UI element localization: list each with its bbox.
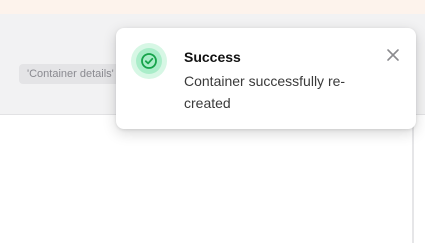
- check-circle-svg: [141, 53, 157, 69]
- app-page: 'Container details' Success Container su…: [0, 0, 425, 243]
- main-content: [0, 115, 412, 243]
- check-circle-icon: [131, 43, 167, 79]
- toast-title: Success: [184, 49, 241, 65]
- success-toast: Success Container successfully re-create…: [116, 28, 416, 129]
- scrollbar-track[interactable]: [412, 115, 414, 243]
- toast-message: Container successfully re-created: [184, 73, 346, 111]
- top-banner: [0, 0, 425, 14]
- check-circle-icon-inner: [136, 48, 162, 74]
- close-icon[interactable]: [386, 48, 400, 62]
- tooltip-container-details: 'Container details': [19, 64, 122, 84]
